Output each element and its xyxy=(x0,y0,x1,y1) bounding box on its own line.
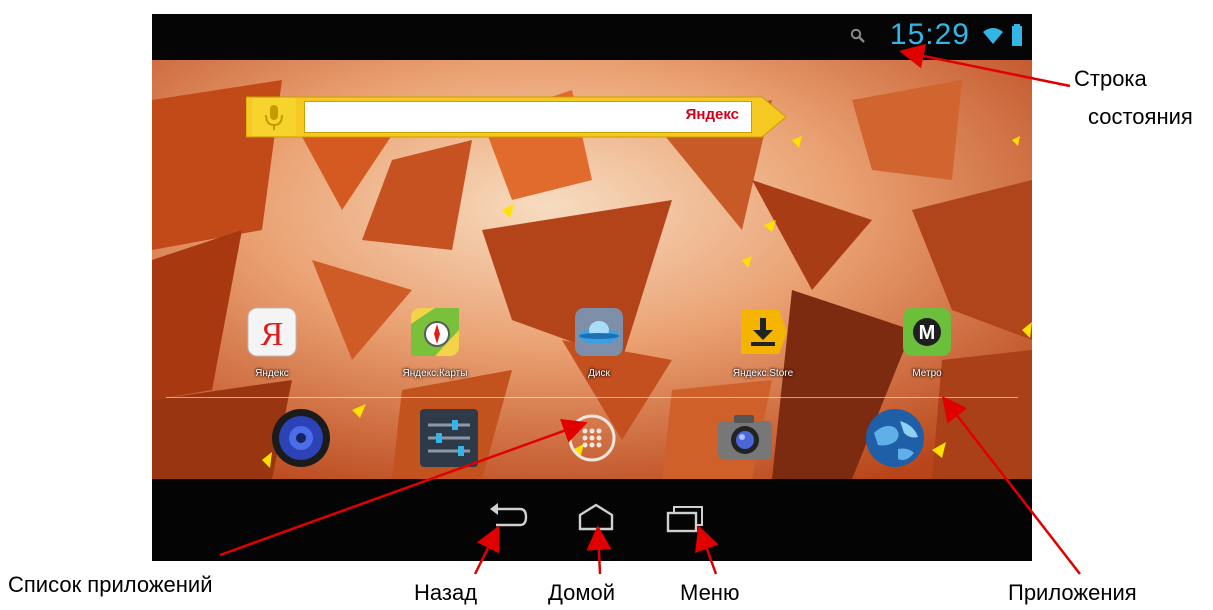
callout-status-bar-line2: состояния xyxy=(1088,104,1193,129)
callout-back: Назад xyxy=(414,580,478,605)
callout-app-list: Список приложений xyxy=(8,572,213,597)
annotation-arrows xyxy=(219,43,1081,575)
callout-menu: Меню xyxy=(680,580,740,605)
callout-apps: Приложения xyxy=(1008,580,1137,605)
callout-status-bar-line1: Строка xyxy=(1074,66,1147,91)
callout-home: Домой xyxy=(548,580,616,605)
